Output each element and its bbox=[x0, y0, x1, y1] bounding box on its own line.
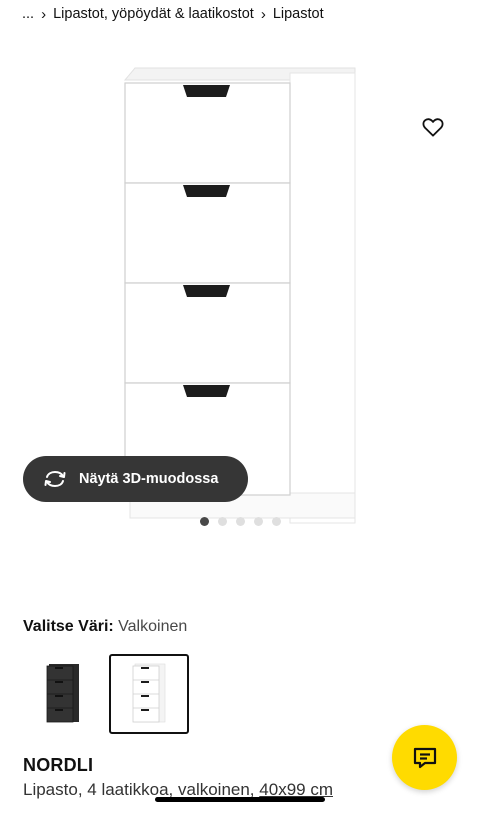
carousel-pagination bbox=[0, 517, 480, 526]
home-indicator[interactable] bbox=[155, 797, 325, 802]
breadcrumb-item-dressers[interactable]: Lipastot bbox=[273, 6, 324, 22]
breadcrumb: ... › Lipastot, yöpöydät & laatikostot ›… bbox=[0, 0, 480, 28]
heart-icon bbox=[422, 118, 444, 137]
carousel-dot[interactable] bbox=[235, 517, 245, 526]
view-3d-button[interactable]: Näytä 3D-muodossa bbox=[23, 456, 248, 502]
color-swatch-white[interactable] bbox=[109, 654, 189, 734]
product-gallery[interactable]: Näytä 3D-muodossa bbox=[0, 28, 480, 563]
white-dresser-thumbnail bbox=[132, 663, 166, 723]
color-swatch-black[interactable] bbox=[23, 654, 103, 734]
chat-button[interactable] bbox=[392, 725, 457, 790]
breadcrumb-ellipsis[interactable]: ... bbox=[22, 6, 34, 22]
product-name: NORDLI bbox=[23, 755, 94, 775]
carousel-dot[interactable] bbox=[217, 517, 227, 526]
selected-color-value: Valkoinen bbox=[118, 618, 188, 635]
carousel-dot[interactable] bbox=[253, 517, 263, 526]
rotate-3d-icon bbox=[44, 470, 66, 488]
chat-icon bbox=[413, 747, 436, 768]
chevron-right-icon: › bbox=[41, 5, 47, 23]
color-label: Valitse Väri: bbox=[23, 618, 114, 635]
color-selection-label: Valitse Väri: Valkoinen bbox=[23, 618, 187, 636]
carousel-dot[interactable] bbox=[271, 517, 281, 526]
view-3d-label: Näytä 3D-muodossa bbox=[79, 471, 219, 487]
breadcrumb-item-dressers-category[interactable]: Lipastot, yöpöydät & laatikostot bbox=[53, 6, 254, 22]
chevron-right-icon: › bbox=[260, 5, 266, 23]
black-dresser-thumbnail bbox=[46, 664, 79, 723]
carousel-dot[interactable] bbox=[199, 517, 209, 526]
favourite-button[interactable] bbox=[418, 112, 448, 142]
